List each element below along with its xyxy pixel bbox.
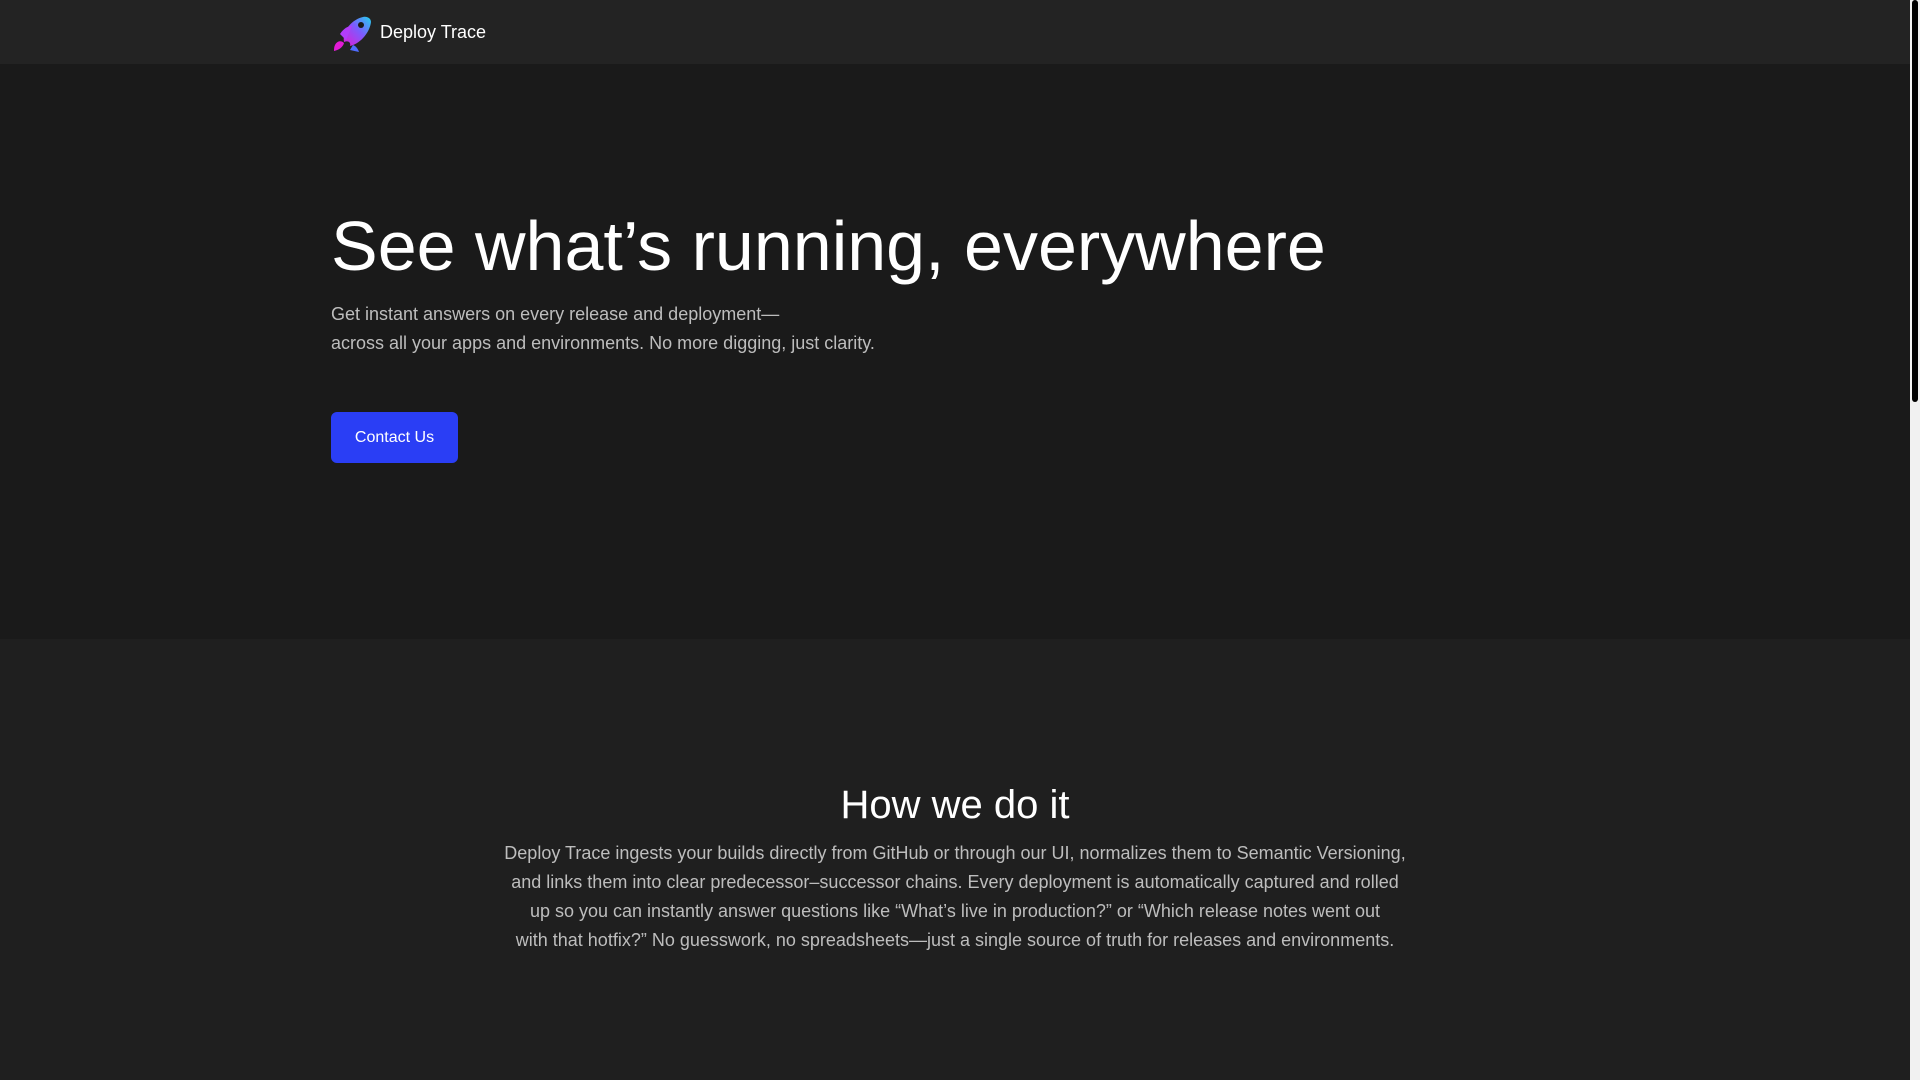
hero-title: See what’s running, everywhere [331, 207, 1326, 285]
section-title: How we do it [840, 783, 1070, 827]
rocket-logo-icon [334, 16, 371, 52]
scrollbar-thumb[interactable] [1912, 0, 1918, 402]
section-body-line: Deploy Trace ingests your builds directl… [504, 843, 1406, 863]
brand-link[interactable]: Deploy Trace [331, 12, 486, 52]
brand-name: Deploy Trace [380, 22, 487, 42]
page: Deploy Trace See what’s running, everywh… [0, 0, 1910, 1080]
navbar: Deploy Trace [0, 0, 1910, 64]
hero-section: See what’s running, everywhere Get insta… [0, 64, 1910, 639]
hero-subtitle-line: Get instant answers on every release and… [331, 304, 780, 324]
vertical-scrollbar[interactable] [1910, 0, 1920, 1080]
section-body-line: and links them into clear predecessor–su… [511, 872, 1399, 892]
how-we-do-it-section: How we do it Deploy Trace ingests your b… [0, 639, 1910, 1080]
section-body-line: with that hotfix?” No guesswork, no spre… [515, 930, 1395, 950]
contact-us-button[interactable]: Contact Us [331, 412, 458, 463]
hero-subtitle-line: across all your apps and environments. N… [331, 333, 875, 353]
section-body: Deploy Trace ingests your builds directl… [480, 839, 1430, 955]
section-body-line: up so you can instantly answer questions… [529, 901, 1381, 921]
hero-subtitle: Get instant answers on every release and… [331, 300, 875, 358]
